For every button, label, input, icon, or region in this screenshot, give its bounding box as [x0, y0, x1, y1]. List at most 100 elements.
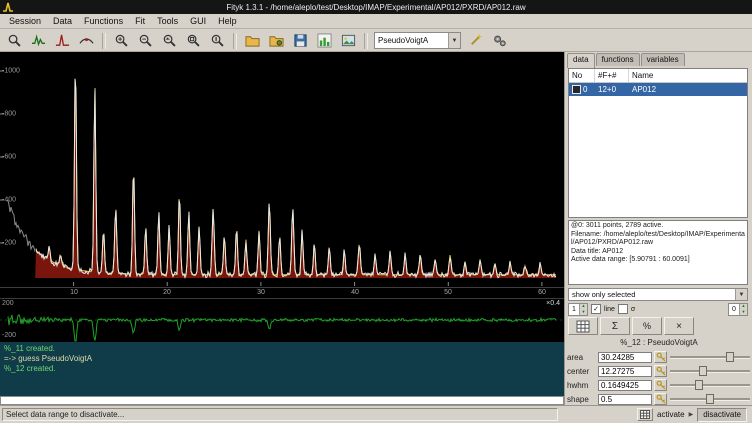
dataset-fcount: 12+0	[595, 83, 629, 96]
param-row-area: area	[567, 350, 751, 364]
main-toolbar: PseudoVoigtA ▼	[0, 30, 752, 52]
function-type-combo[interactable]: PseudoVoigtA ▼	[374, 32, 461, 49]
dataset-info: @0: 3011 points, 2789 active. Filename: …	[568, 220, 748, 285]
zoom-in-button[interactable]	[110, 30, 133, 51]
menu-gui[interactable]: GUI	[184, 15, 212, 27]
sigma-checkbox-label: σ	[631, 306, 635, 313]
point-size-spinner[interactable]: 1 ▲▼	[568, 303, 588, 316]
main-plot[interactable]: -1000-800-600-400-200	[0, 52, 564, 287]
window-title: Fityk 1.3.1 - /home/aleplo/test/Desktop/…	[226, 3, 525, 12]
add-peak-icon	[55, 33, 70, 48]
sidebar-tabs: data functions variables	[567, 53, 685, 68]
y-tick-label: -200	[2, 240, 16, 247]
zoom-vert-button[interactable]	[206, 30, 229, 51]
slider-handle[interactable]	[695, 380, 703, 390]
show-filter-combo[interactable]: show only selected ▼	[568, 288, 748, 301]
param-center-slider[interactable]	[669, 365, 751, 377]
command-input[interactable]	[0, 396, 564, 405]
console-line: =-> guess PseudoVoigtA	[4, 354, 560, 364]
tab-variables[interactable]: variables	[641, 53, 685, 66]
gears-icon	[492, 33, 507, 48]
range-mode-mini-button[interactable]	[637, 408, 653, 421]
menu-session[interactable]: Session	[3, 15, 47, 27]
baseline-mode-button[interactable]	[75, 30, 98, 51]
table-row[interactable]: 0 12+0 AP012	[569, 83, 747, 96]
title-bar[interactable]: Fityk 1.3.1 - /home/aleplo/test/Desktop/…	[0, 0, 752, 14]
param-lock-button[interactable]	[654, 351, 667, 363]
y-tick-label: -600	[2, 154, 16, 161]
param-center-input[interactable]	[598, 366, 652, 377]
y-tick-label: -800	[2, 111, 16, 118]
fit-run-button[interactable]	[488, 30, 511, 51]
table-grid-icon	[576, 320, 590, 333]
chevron-down-icon: ▼	[448, 33, 460, 48]
transform-button[interactable]: %	[632, 317, 662, 335]
image-icon	[341, 33, 356, 48]
slider-handle[interactable]	[706, 394, 714, 404]
guess-peak-button[interactable]	[464, 30, 487, 51]
show-filter-value: show only selected	[572, 290, 635, 299]
activate-option[interactable]: activate	[657, 410, 685, 419]
data-range-mode-button[interactable]	[27, 30, 50, 51]
param-area-slider[interactable]	[669, 351, 751, 363]
zoom-out-button[interactable]	[134, 30, 157, 51]
line-checkbox-label: line	[604, 306, 615, 313]
open-file-button[interactable]	[241, 30, 264, 51]
baseline-icon	[79, 33, 94, 48]
save-session-button[interactable]	[289, 30, 312, 51]
output-console[interactable]: %_11 created. =-> guess PseudoVoigtA %_1…	[0, 342, 564, 396]
table-grid-icon	[640, 410, 650, 419]
param-area-input[interactable]	[598, 352, 652, 363]
dataset-list-header: No #F+# Name	[569, 69, 747, 83]
menu-functions[interactable]: Functions	[78, 15, 129, 27]
dataset-list[interactable]: No #F+# Name 0 12+0 AP012	[568, 68, 748, 218]
aux-plot[interactable]: 200 -200 ×0.4	[0, 298, 564, 342]
param-lock-button[interactable]	[654, 379, 667, 391]
slider-handle[interactable]	[699, 366, 707, 376]
spinner-arrows-icon[interactable]: ▲▼	[739, 304, 747, 315]
aux-y-top-label: 200	[2, 300, 14, 307]
zoom-mode-button[interactable]	[3, 30, 26, 51]
script-folder-icon	[269, 33, 284, 48]
function-type-value: PseudoVoigtA	[378, 36, 428, 45]
sum-button[interactable]: Σ	[600, 317, 630, 335]
param-hwhm-slider[interactable]	[669, 379, 751, 391]
spinner-arrows-icon[interactable]: ▲▼	[579, 304, 587, 315]
param-lock-button[interactable]	[654, 393, 667, 405]
execute-script-button[interactable]	[265, 30, 288, 51]
menu-fit[interactable]: Fit	[129, 15, 151, 27]
menu-data[interactable]: Data	[47, 15, 78, 27]
y-tick-label: -1000	[2, 68, 20, 75]
export-chart-button[interactable]	[313, 30, 336, 51]
menu-tools[interactable]: Tools	[151, 15, 184, 27]
line-width-spinner[interactable]: 0 ▲▼	[728, 303, 748, 316]
line-checkbox[interactable]: ✓	[591, 304, 601, 314]
dataset-checkbox[interactable]	[572, 85, 581, 94]
data-edit-button[interactable]	[568, 317, 598, 335]
param-shape-slider[interactable]	[669, 393, 751, 405]
add-peak-mode-button[interactable]	[51, 30, 74, 51]
sigma-checkbox[interactable]	[618, 304, 628, 314]
floppy-icon	[293, 33, 308, 48]
info-filename: Filename: /home/aleplo/test/Desktop/IMAP…	[571, 231, 745, 248]
tab-data[interactable]: data	[567, 53, 595, 68]
zoom-vert-icon	[210, 33, 225, 48]
param-name: hwhm	[567, 381, 596, 390]
tab-functions[interactable]: functions	[596, 53, 640, 66]
zoom-all-button[interactable]	[182, 30, 205, 51]
disactivate-button[interactable]: disactivate	[697, 408, 747, 422]
param-shape-input[interactable]	[598, 394, 652, 405]
param-lock-button[interactable]	[654, 365, 667, 377]
zoom-all-icon	[186, 33, 201, 48]
menu-help[interactable]: Help	[212, 15, 243, 27]
zoom-in-icon	[114, 33, 129, 48]
status-message: Select data range to disactivate...	[2, 408, 558, 421]
slider-handle[interactable]	[726, 352, 734, 362]
key-icon	[656, 380, 666, 390]
zoom-prev-button[interactable]	[158, 30, 181, 51]
export-image-button[interactable]	[337, 30, 360, 51]
dataset-name: AP012	[629, 83, 747, 96]
param-hwhm-input[interactable]	[598, 380, 652, 391]
delete-dataset-button[interactable]: ×	[664, 317, 694, 335]
magic-wand-icon	[468, 33, 483, 48]
